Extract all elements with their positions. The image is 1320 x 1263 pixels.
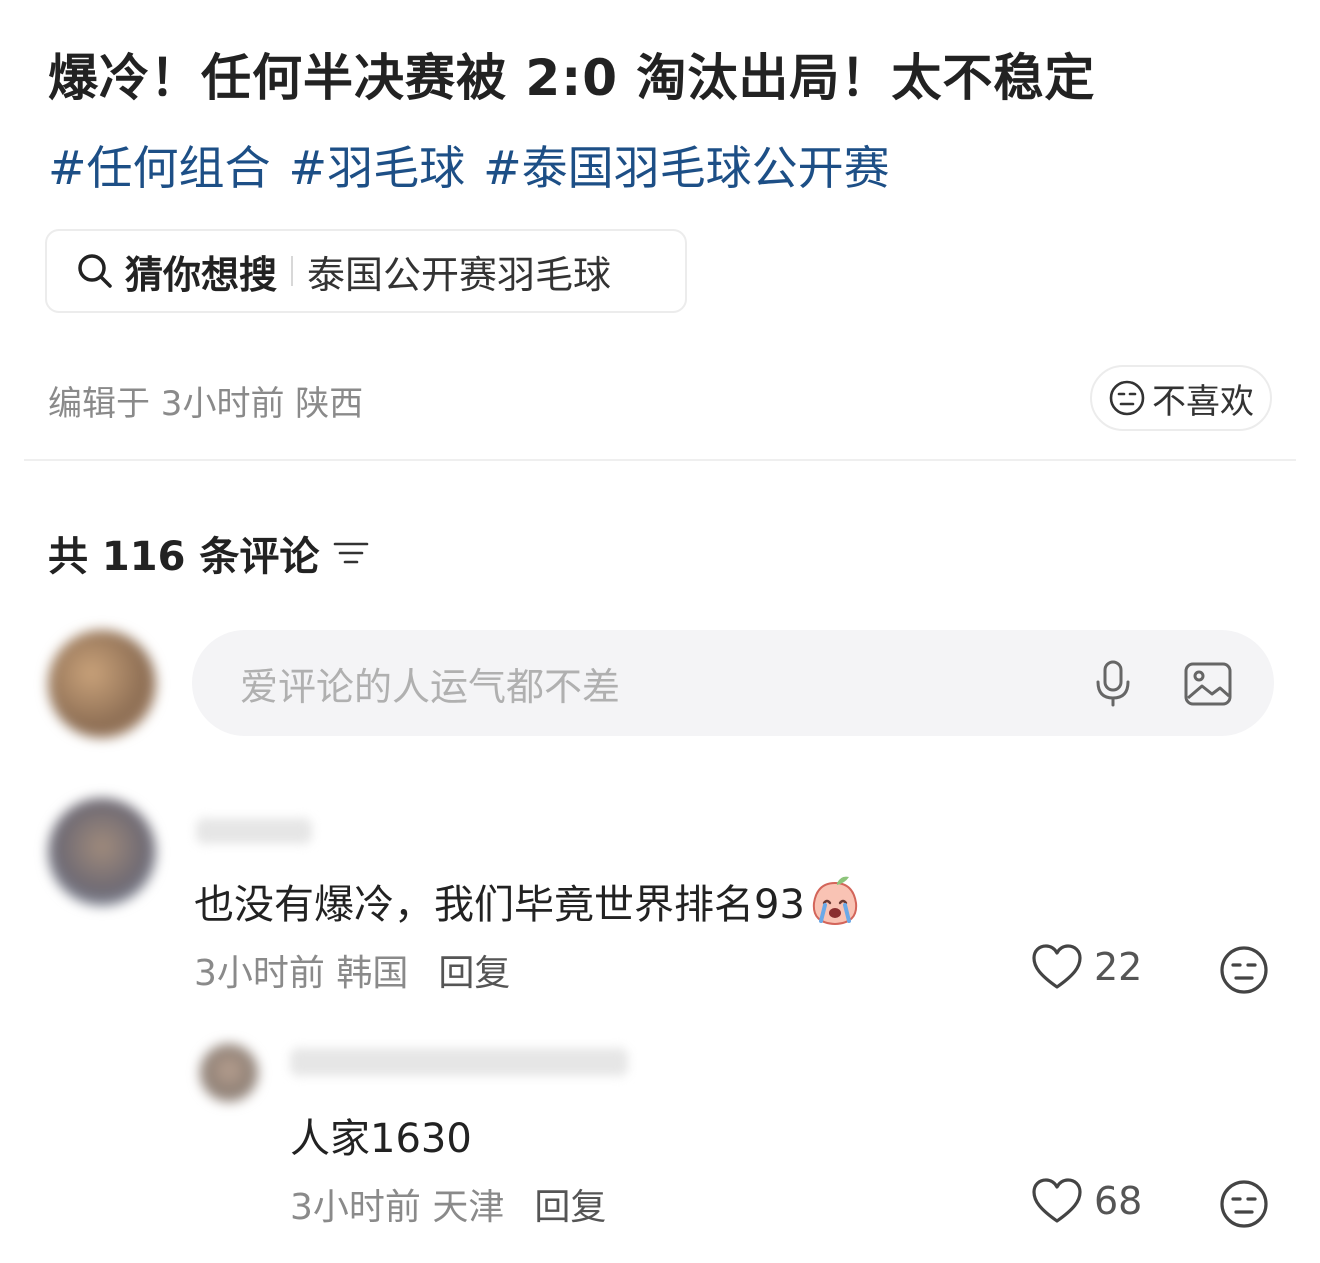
heart-icon: [1032, 1178, 1082, 1223]
commenter-avatar[interactable]: [48, 798, 156, 906]
dislike-button[interactable]: 不喜欢: [1090, 365, 1272, 431]
microphone-icon[interactable]: [1088, 658, 1138, 708]
tag-list: #任何组合 #羽毛球 #泰国羽毛球公开赛: [48, 132, 890, 198]
dislike-face-icon[interactable]: [1218, 1178, 1270, 1230]
commenter-name-blurred[interactable]: [196, 818, 312, 844]
reply-name-blurred[interactable]: [290, 1048, 628, 1076]
reply-text: 人家1630: [290, 1116, 472, 1162]
current-user-avatar[interactable]: [48, 630, 156, 738]
image-icon[interactable]: [1182, 658, 1234, 710]
tag-badminton[interactable]: #羽毛球: [289, 132, 466, 198]
guess-search-chip[interactable]: 猜你想搜 泰国公开赛羽毛球: [45, 229, 687, 313]
comment-input-placeholder: 爱评论的人运气都不差: [240, 664, 621, 709]
tag-thailand-open[interactable]: #泰国羽毛球公开赛: [483, 132, 890, 198]
heart-icon: [1032, 944, 1082, 989]
comment-text: 也没有爆冷，我们毕竟世界排名93: [194, 872, 863, 930]
post-page: 爆冷！任何半决赛被 2:0 淘汰出局！太不稳定 #任何组合 #羽毛球 #泰国羽毛…: [0, 0, 1320, 1263]
reply-button[interactable]: 回复: [534, 1178, 606, 1230]
crying-peach-emoji-icon: [812, 876, 858, 926]
tag-renhe[interactable]: #任何组合: [48, 132, 271, 198]
comment-count-header: 共 116 条评论: [48, 524, 371, 582]
post-title: 爆冷！任何半决赛被 2:0 淘汰出局！太不稳定: [48, 49, 1096, 107]
reply-avatar[interactable]: [200, 1044, 258, 1102]
like-count: 68: [1094, 1179, 1143, 1223]
section-divider: [24, 459, 1296, 461]
comment-meta: 3小时前 韩国 回复: [194, 944, 510, 996]
comment-text-content: 也没有爆冷，我们毕竟世界排名93: [194, 882, 805, 928]
guess-divider: [291, 256, 294, 286]
comment-time-location: 3小时前 韩国: [194, 953, 409, 994]
like-count: 22: [1094, 945, 1143, 989]
reply-button[interactable]: 回复: [438, 944, 510, 996]
reply-meta: 3小时前 天津 回复: [290, 1178, 606, 1230]
dislike-label: 不喜欢: [1152, 381, 1254, 422]
guess-keyword: 泰国公开赛羽毛球: [307, 252, 612, 297]
reply-time-location: 3小时前 天津: [290, 1187, 505, 1228]
guess-label: 猜你想搜: [125, 252, 278, 297]
dislike-face-icon[interactable]: [1218, 944, 1270, 996]
sort-filter-icon[interactable]: [331, 533, 371, 573]
like-button[interactable]: 22: [1030, 942, 1142, 992]
neutral-face-icon: [1109, 380, 1145, 416]
comment-count: 共 116 条评论: [48, 534, 320, 580]
search-icon: [78, 254, 112, 288]
comment-input[interactable]: 爱评论的人运气都不差: [192, 630, 1274, 736]
post-meta: 编辑于 3小时前 陕西: [48, 384, 364, 424]
like-button[interactable]: 68: [1030, 1176, 1142, 1226]
